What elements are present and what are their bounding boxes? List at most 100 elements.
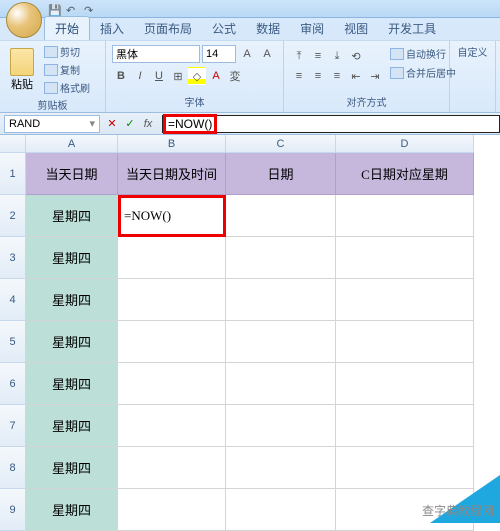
row-header-1[interactable]: 1 bbox=[0, 153, 26, 195]
cell-a9[interactable]: 星期四 bbox=[26, 489, 118, 531]
cell-b8[interactable] bbox=[118, 447, 226, 489]
cut-button[interactable]: 剪切 bbox=[42, 43, 92, 60]
tab-formula[interactable]: 公式 bbox=[202, 17, 246, 40]
name-box[interactable]: RAND▾ bbox=[4, 115, 100, 133]
chevron-down-icon[interactable]: ▾ bbox=[89, 117, 95, 130]
cell-a2[interactable]: 星期四 bbox=[26, 195, 118, 237]
watermark: 查字典教程网 bbox=[422, 502, 494, 519]
row-header-6[interactable]: 6 bbox=[0, 363, 26, 405]
indent-inc-icon[interactable]: ⇥ bbox=[366, 67, 384, 85]
row-header-4[interactable]: 4 bbox=[0, 279, 26, 321]
grow-font-icon[interactable]: A bbox=[238, 45, 256, 63]
border-button[interactable]: ⊞ bbox=[169, 67, 187, 85]
cell-b7[interactable] bbox=[118, 405, 226, 447]
align-middle-icon[interactable]: ≡ bbox=[309, 47, 327, 65]
cell-a7[interactable]: 星期四 bbox=[26, 405, 118, 447]
col-header-c[interactable]: C bbox=[226, 135, 336, 153]
enter-formula-icon[interactable]: ✓ bbox=[122, 116, 138, 132]
cell-d2[interactable] bbox=[336, 195, 474, 237]
quick-access-toolbar: 💾 ↶ ↷ bbox=[48, 3, 96, 17]
cell-c8[interactable] bbox=[226, 447, 336, 489]
col-header-d[interactable]: D bbox=[336, 135, 474, 153]
ribbon-tabs: 开始 插入 页面布局 公式 数据 审阅 视图 开发工具 bbox=[0, 18, 500, 40]
row-header-9[interactable]: 9 bbox=[0, 489, 26, 531]
office-button[interactable] bbox=[6, 2, 42, 38]
wrap-text-button[interactable]: 自动换行 bbox=[388, 45, 458, 62]
cell-a5[interactable]: 星期四 bbox=[26, 321, 118, 363]
cell-c9[interactable] bbox=[226, 489, 336, 531]
italic-button[interactable]: I bbox=[131, 67, 149, 85]
row-header-3[interactable]: 3 bbox=[0, 237, 26, 279]
row-header-5[interactable]: 5 bbox=[0, 321, 26, 363]
cell-d7[interactable] bbox=[336, 405, 474, 447]
cell-d3[interactable] bbox=[336, 237, 474, 279]
format-painter-button[interactable]: 格式刷 bbox=[42, 79, 92, 96]
align-bottom-icon[interactable]: ⤓ bbox=[328, 47, 346, 65]
align-center-icon[interactable]: ≡ bbox=[309, 67, 327, 85]
cell-b1[interactable]: 当天日期及时间 bbox=[118, 153, 226, 195]
cancel-formula-icon[interactable]: ✕ bbox=[104, 116, 120, 132]
copy-button[interactable]: 复制 bbox=[42, 61, 92, 78]
tab-dev[interactable]: 开发工具 bbox=[378, 17, 446, 40]
tab-review[interactable]: 审阅 bbox=[290, 17, 334, 40]
cell-d1[interactable]: C日期对应星期 bbox=[336, 153, 474, 195]
tab-data[interactable]: 数据 bbox=[246, 17, 290, 40]
cell-c1[interactable]: 日期 bbox=[226, 153, 336, 195]
row-header-2[interactable]: 2 bbox=[0, 195, 26, 237]
shrink-font-icon[interactable]: A bbox=[258, 45, 276, 63]
cell-b5[interactable] bbox=[118, 321, 226, 363]
cell-a1[interactable]: 当天日期 bbox=[26, 153, 118, 195]
group-align-label: 对齐方式 bbox=[288, 93, 445, 110]
redo-icon[interactable]: ↷ bbox=[84, 4, 96, 16]
fill-color-button[interactable]: ◇ bbox=[188, 67, 206, 85]
cell-b4[interactable] bbox=[118, 279, 226, 321]
align-right-icon[interactable]: ≡ bbox=[328, 67, 346, 85]
tab-home[interactable]: 开始 bbox=[44, 16, 90, 40]
col-header-a[interactable]: A bbox=[26, 135, 118, 153]
formula-bar[interactable]: =NOW() bbox=[162, 115, 500, 133]
paste-button[interactable]: 粘贴 bbox=[4, 48, 40, 92]
cell-b9[interactable] bbox=[118, 489, 226, 531]
tab-layout[interactable]: 页面布局 bbox=[134, 17, 202, 40]
save-icon[interactable]: 💾 bbox=[48, 4, 60, 16]
underline-button[interactable]: U bbox=[150, 67, 168, 85]
fx-icon[interactable]: fx bbox=[140, 116, 156, 132]
paste-icon bbox=[10, 48, 34, 76]
align-top-icon[interactable]: ⤒ bbox=[290, 47, 308, 65]
row-header-8[interactable]: 8 bbox=[0, 447, 26, 489]
tab-view[interactable]: 视图 bbox=[334, 17, 378, 40]
cell-c6[interactable] bbox=[226, 363, 336, 405]
cell-d6[interactable] bbox=[336, 363, 474, 405]
cell-a4[interactable]: 星期四 bbox=[26, 279, 118, 321]
cell-c4[interactable] bbox=[226, 279, 336, 321]
bold-button[interactable]: B bbox=[112, 67, 130, 85]
cell-c2[interactable] bbox=[226, 195, 336, 237]
phonetic-button[interactable]: 変 bbox=[226, 67, 244, 85]
cell-d4[interactable] bbox=[336, 279, 474, 321]
merge-center-button[interactable]: 合并后居中 bbox=[388, 64, 458, 81]
cell-a8[interactable]: 星期四 bbox=[26, 447, 118, 489]
indent-dec-icon[interactable]: ⇤ bbox=[347, 67, 365, 85]
undo-icon[interactable]: ↶ bbox=[66, 4, 78, 16]
font-size-select[interactable]: 14 bbox=[202, 45, 236, 63]
cell-c5[interactable] bbox=[226, 321, 336, 363]
cell-a6[interactable]: 星期四 bbox=[26, 363, 118, 405]
align-left-icon[interactable]: ≡ bbox=[290, 67, 308, 85]
cell-c7[interactable] bbox=[226, 405, 336, 447]
font-color-button[interactable]: A bbox=[207, 67, 225, 85]
font-name-select[interactable]: 黑体 bbox=[112, 45, 200, 63]
cell-c3[interactable] bbox=[226, 237, 336, 279]
tab-insert[interactable]: 插入 bbox=[90, 17, 134, 40]
orientation-icon[interactable]: ⟲ bbox=[347, 47, 365, 65]
copy-icon bbox=[44, 64, 58, 76]
cell-a3[interactable]: 星期四 bbox=[26, 237, 118, 279]
cell-b6[interactable] bbox=[118, 363, 226, 405]
select-all-corner[interactable] bbox=[0, 135, 26, 153]
brush-icon bbox=[44, 82, 58, 94]
row-header-7[interactable]: 7 bbox=[0, 405, 26, 447]
col-header-b[interactable]: B bbox=[118, 135, 226, 153]
cell-b2[interactable]: =NOW() bbox=[118, 195, 226, 237]
cell-d5[interactable] bbox=[336, 321, 474, 363]
custom-button[interactable]: 自定义 bbox=[454, 43, 491, 60]
cell-b3[interactable] bbox=[118, 237, 226, 279]
